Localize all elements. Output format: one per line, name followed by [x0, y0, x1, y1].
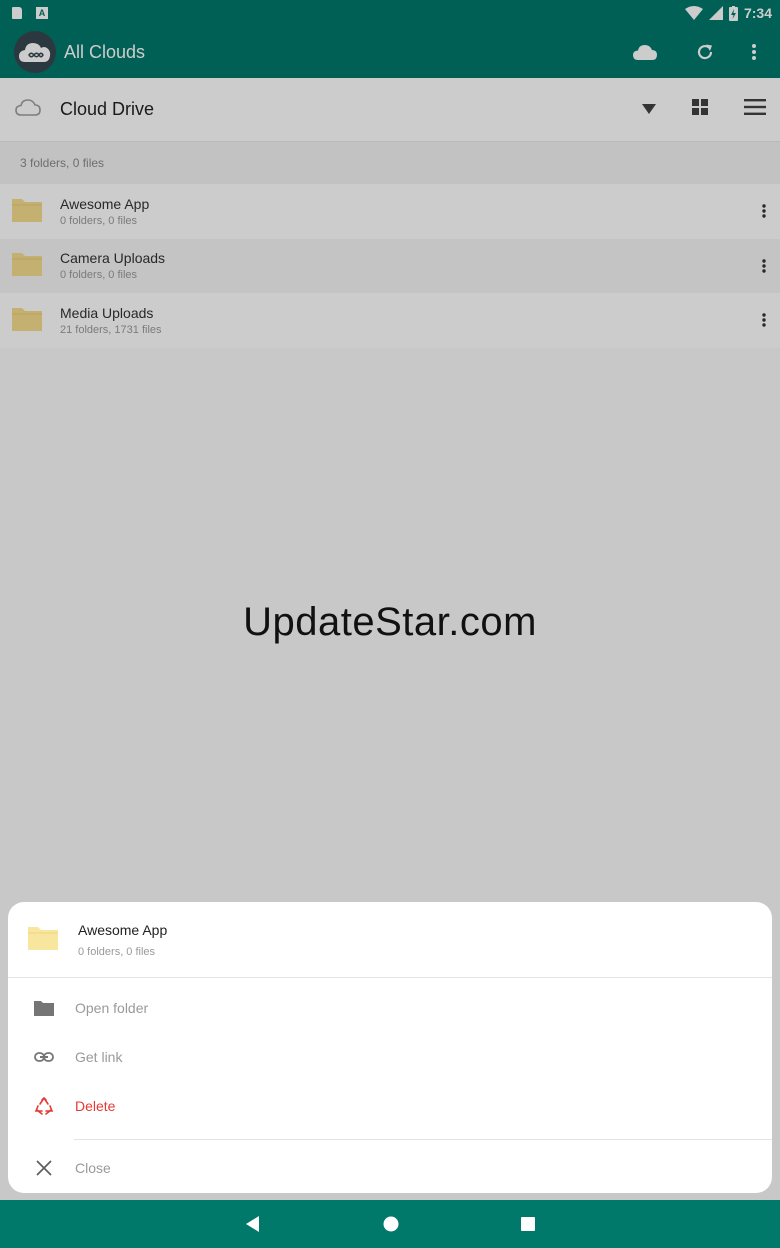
back-icon[interactable] — [245, 1216, 261, 1232]
open-folder-label: Open folder — [75, 999, 149, 1016]
close-button[interactable]: Close — [8, 1144, 772, 1192]
folder-open-icon — [32, 1000, 56, 1016]
recycle-icon — [32, 1096, 56, 1116]
close-icon — [32, 1160, 56, 1176]
sheet-folder-meta: 0 folders, 0 files — [78, 945, 156, 958]
delete-button[interactable]: Delete — [8, 1081, 772, 1130]
link-icon — [32, 1051, 56, 1062]
open-folder-button[interactable]: Open folder — [8, 983, 772, 1032]
home-icon[interactable] — [383, 1216, 399, 1232]
close-label: Close — [75, 1160, 111, 1176]
folder-icon — [28, 924, 58, 955]
watermark-text: UpdateStar.com — [243, 600, 537, 644]
get-link-label: Get link — [75, 1048, 123, 1065]
sheet-divider — [74, 1139, 772, 1140]
get-link-button[interactable]: Get link — [8, 1032, 772, 1081]
delete-label: Delete — [75, 1097, 116, 1114]
recents-icon[interactable] — [521, 1217, 535, 1231]
sheet-folder-name: Awesome App — [78, 921, 168, 938]
sheet-header: Awesome App 0 folders, 0 files — [8, 902, 772, 978]
system-nav-bar — [0, 1200, 780, 1248]
bottom-sheet: Awesome App 0 folders, 0 files Open fold… — [8, 902, 772, 1193]
